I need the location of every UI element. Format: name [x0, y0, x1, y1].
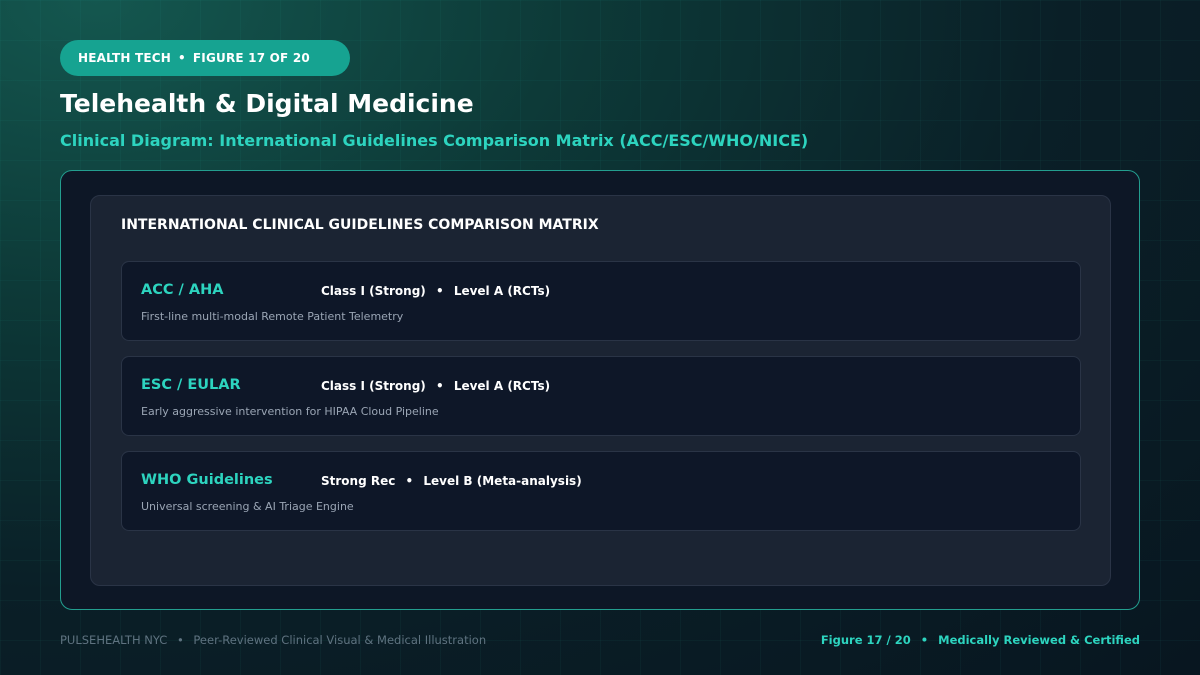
- separator-dot: •: [405, 474, 414, 488]
- recommendation-strength: Strong Rec: [321, 474, 396, 488]
- recommendation-strength: Class I (Strong): [321, 379, 426, 393]
- matrix-panel: INTERNATIONAL CLINICAL GUIDELINES COMPAR…: [90, 195, 1111, 586]
- footer-separator: •: [176, 633, 184, 647]
- category-badge: HEALTH TECH • FIGURE 17 OF 20: [60, 40, 350, 76]
- evidence-level: Level A (RCTs): [453, 379, 551, 393]
- footer-figure-number: Figure 17 / 20: [820, 633, 911, 647]
- guideline-recommendation: Class I (Strong) • Level A (RCTs): [321, 284, 550, 298]
- evidence-level: Level A (RCTs): [453, 284, 551, 298]
- footer-credit: PULSEHEALTH NYC • Peer-Reviewed Clinical…: [60, 633, 486, 647]
- badge-separator: •: [178, 51, 186, 65]
- footer-brand: PULSEHEALTH NYC: [60, 633, 168, 647]
- guideline-org: WHO Guidelines: [141, 472, 273, 488]
- guideline-recommendation: Strong Rec • Level B (Meta-analysis): [321, 474, 582, 488]
- guideline-description: Universal screening & AI Triage Engine: [141, 500, 354, 513]
- guideline-org: ACC / AHA: [141, 282, 224, 298]
- guideline-row-esc-eular: ESC / EULAR Class I (Strong) • Level A (…: [121, 356, 1081, 436]
- footer-separator: •: [920, 633, 929, 647]
- separator-dot: •: [435, 284, 444, 298]
- guideline-row-who: WHO Guidelines Strong Rec • Level B (Met…: [121, 451, 1081, 531]
- footer-figure-info: Figure 17 / 20 • Medically Reviewed & Ce…: [821, 633, 1140, 647]
- separator-dot: •: [435, 379, 444, 393]
- figure-label: FIGURE 17 OF 20: [192, 51, 310, 65]
- guideline-org: ESC / EULAR: [141, 377, 241, 393]
- guideline-description: Early aggressive intervention for HIPAA …: [141, 405, 439, 418]
- category-label: HEALTH TECH: [78, 51, 172, 65]
- guideline-row-acc-aha: ACC / AHA Class I (Strong) • Level A (RC…: [121, 261, 1081, 341]
- evidence-level: Level B (Meta-analysis): [423, 474, 582, 488]
- page-subtitle: Clinical Diagram: International Guidelin…: [60, 131, 809, 150]
- page-title: Telehealth & Digital Medicine: [60, 89, 474, 118]
- figure-frame: INTERNATIONAL CLINICAL GUIDELINES COMPAR…: [60, 170, 1140, 610]
- matrix-title: INTERNATIONAL CLINICAL GUIDELINES COMPAR…: [121, 217, 599, 233]
- footer-certification: Medically Reviewed & Certified: [938, 633, 1140, 647]
- footer-tagline: Peer-Reviewed Clinical Visual & Medical …: [193, 633, 487, 647]
- guideline-recommendation: Class I (Strong) • Level A (RCTs): [321, 379, 550, 393]
- guideline-description: First-line multi-modal Remote Patient Te…: [141, 310, 404, 323]
- recommendation-strength: Class I (Strong): [321, 284, 426, 298]
